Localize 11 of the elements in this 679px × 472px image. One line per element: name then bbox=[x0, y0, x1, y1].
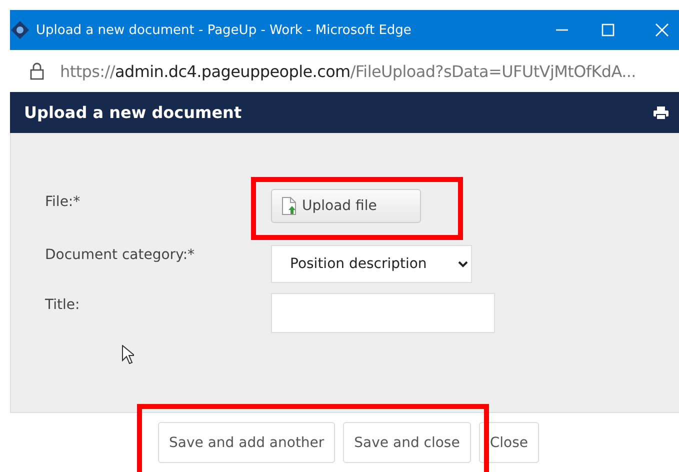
field-label: File:* bbox=[44, 193, 82, 210]
footer-button[interactable]: Close bbox=[478, 422, 539, 463]
window-title: Upload a new document - PageUp - Work - Microsoft Edge bbox=[36, 22, 412, 38]
field-label: Title: bbox=[44, 296, 81, 313]
upload-file-button[interactable]: Upload file bbox=[271, 189, 421, 223]
dialog-title: Upload a new document bbox=[24, 103, 242, 122]
address-url[interactable]: https://admin.dc4.pageuppeople.com/FileUpload?sData=UFUtVjMtOfKdA... bbox=[60, 62, 636, 80]
footer-button[interactable]: Save and close bbox=[343, 422, 471, 463]
field-label: Document category:* bbox=[44, 246, 196, 263]
footer-button[interactable]: Save and add another bbox=[158, 422, 336, 463]
category-dropdown[interactable]: Position description bbox=[271, 245, 472, 283]
